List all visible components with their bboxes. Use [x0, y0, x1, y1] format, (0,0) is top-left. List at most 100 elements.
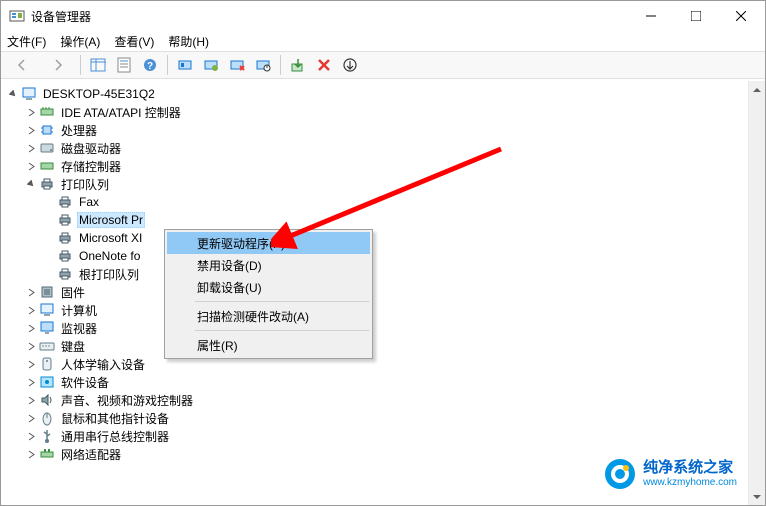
- tree-label: 监视器: [59, 320, 99, 337]
- monitor-icon: [39, 320, 55, 336]
- tree-node-software[interactable]: 软件设备: [1, 373, 765, 391]
- add-legacy-button[interactable]: [338, 54, 362, 76]
- toolbar-separator: [167, 55, 168, 75]
- firmware-icon: [39, 284, 55, 300]
- menu-item-label: 更新驱动程序(P): [197, 235, 285, 252]
- tree-label-selected: Microsoft Pr: [77, 212, 145, 228]
- tree-label: 通用串行总线控制器: [59, 428, 171, 445]
- toolbar-separator: [280, 55, 281, 75]
- collapse-icon[interactable]: [25, 178, 37, 190]
- expand-icon[interactable]: [25, 340, 37, 352]
- tree-node-firmware[interactable]: 固件: [1, 283, 765, 301]
- tree-node-usb[interactable]: 通用串行总线控制器: [1, 427, 765, 445]
- show-hide-tree-button[interactable]: [86, 54, 110, 76]
- controller-icon: [39, 104, 55, 120]
- tree-node-cpu[interactable]: 处理器: [1, 121, 765, 139]
- tree-node-keyboard[interactable]: 键盘: [1, 337, 765, 355]
- menu-properties[interactable]: 属性(R): [167, 334, 370, 356]
- tree-node-disk[interactable]: 磁盘驱动器: [1, 139, 765, 157]
- maximize-button[interactable]: [673, 2, 718, 30]
- menu-scan[interactable]: 扫描检测硬件改动(A): [167, 305, 370, 327]
- properties-button[interactable]: [112, 54, 136, 76]
- tree-node-storage[interactable]: 存储控制器: [1, 157, 765, 175]
- uninstall-button[interactable]: [225, 54, 249, 76]
- sound-icon: [39, 392, 55, 408]
- hid-icon: [39, 356, 55, 372]
- enable-button[interactable]: [286, 54, 310, 76]
- tree-node-fax[interactable]: Fax: [1, 193, 765, 211]
- menu-help[interactable]: 帮助(H): [168, 33, 209, 50]
- collapse-icon[interactable]: [7, 88, 19, 100]
- tree-node-monitor[interactable]: 监视器: [1, 319, 765, 337]
- menu-action[interactable]: 操作(A): [60, 33, 100, 50]
- computer-icon: [21, 86, 37, 102]
- update-driver-button[interactable]: [199, 54, 223, 76]
- scan-hardware-button[interactable]: [173, 54, 197, 76]
- menu-item-label: 属性(R): [197, 337, 238, 354]
- menu-separator: [195, 330, 369, 331]
- tree-node-msprint[interactable]: Microsoft Pr: [1, 211, 765, 229]
- expand-icon[interactable]: [25, 160, 37, 172]
- tree-root[interactable]: DESKTOP-45E31Q2: [1, 85, 765, 103]
- menu-view[interactable]: 查看(V): [114, 33, 154, 50]
- menu-disable[interactable]: 禁用设备(D): [167, 254, 370, 276]
- menubar: 文件(F) 操作(A) 查看(V) 帮助(H): [1, 31, 765, 51]
- svg-text:?: ?: [147, 61, 153, 72]
- expand-icon[interactable]: [25, 322, 37, 334]
- disable-button[interactable]: [251, 54, 275, 76]
- menu-item-label: 禁用设备(D): [197, 257, 262, 274]
- tree-node-sound[interactable]: 声音、视频和游戏控制器: [1, 391, 765, 409]
- spacer-icon: [43, 250, 55, 262]
- expand-icon[interactable]: [25, 304, 37, 316]
- expand-icon[interactable]: [25, 142, 37, 154]
- usb-icon: [39, 428, 55, 444]
- expand-icon[interactable]: [25, 358, 37, 370]
- expand-icon[interactable]: [25, 430, 37, 442]
- scroll-down-button[interactable]: [749, 488, 765, 505]
- storage-icon: [39, 158, 55, 174]
- menu-separator: [195, 301, 369, 302]
- remove-button[interactable]: [312, 54, 336, 76]
- tree-label: 人体学输入设备: [59, 356, 147, 373]
- expand-icon[interactable]: [25, 412, 37, 424]
- tree-label: Fax: [77, 195, 101, 209]
- tree-node-mouse[interactable]: 鼠标和其他指针设备: [1, 409, 765, 427]
- tree-node-msxl[interactable]: Microsoft XI: [1, 229, 765, 247]
- close-button[interactable]: [718, 2, 763, 30]
- titlebar: 设备管理器: [1, 1, 765, 31]
- vertical-scrollbar[interactable]: [748, 81, 765, 505]
- printer-icon: [57, 194, 73, 210]
- watermark-url: www.kzmyhome.com: [643, 477, 737, 488]
- minimize-button[interactable]: [628, 2, 673, 30]
- tree-node-computer[interactable]: 计算机: [1, 301, 765, 319]
- tree-node-onenote[interactable]: OneNote fo: [1, 247, 765, 265]
- tree-node-printq[interactable]: 打印队列: [1, 175, 765, 193]
- back-button[interactable]: [5, 54, 39, 76]
- menu-file[interactable]: 文件(F): [7, 33, 46, 50]
- tree-node-rootprint[interactable]: 根打印队列: [1, 265, 765, 283]
- printer-icon: [57, 212, 73, 228]
- tree-node-ide[interactable]: IDE ATA/ATAPI 控制器: [1, 103, 765, 121]
- menu-uninstall[interactable]: 卸载设备(U): [167, 276, 370, 298]
- scroll-up-button[interactable]: [749, 81, 765, 98]
- forward-button[interactable]: [41, 54, 75, 76]
- expand-icon[interactable]: [25, 448, 37, 460]
- tree-node-hid[interactable]: 人体学输入设备: [1, 355, 765, 373]
- scroll-track[interactable]: [749, 98, 765, 488]
- software-icon: [39, 374, 55, 390]
- tree-label: 鼠标和其他指针设备: [59, 410, 171, 427]
- expand-icon[interactable]: [25, 124, 37, 136]
- help-button[interactable]: ?: [138, 54, 162, 76]
- tree-label: OneNote fo: [77, 249, 142, 263]
- expand-icon[interactable]: [25, 286, 37, 298]
- computer-icon: [39, 302, 55, 318]
- expand-icon[interactable]: [25, 394, 37, 406]
- printer-icon: [57, 230, 73, 246]
- expand-icon[interactable]: [25, 376, 37, 388]
- watermark-logo-icon: [603, 457, 637, 491]
- expand-icon[interactable]: [25, 106, 37, 118]
- app-icon: [9, 8, 25, 24]
- mouse-icon: [39, 410, 55, 426]
- tree-label: 软件设备: [59, 374, 111, 391]
- menu-update-driver[interactable]: 更新驱动程序(P): [167, 232, 370, 254]
